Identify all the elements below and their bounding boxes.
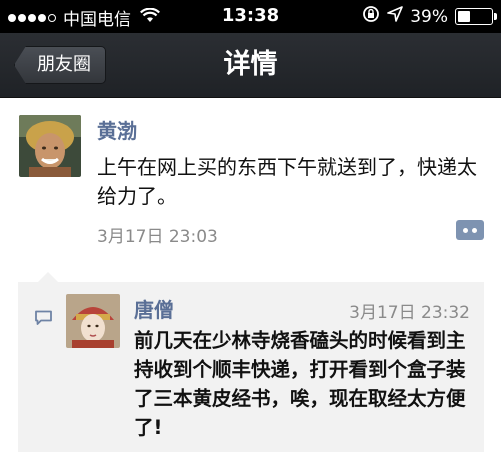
post-timestamp: 3月17日 23:03	[97, 227, 218, 247]
poster-avatar[interactable]	[19, 115, 81, 177]
post-text: 上午在网上买的东西下午就送到了，快递太给力了。	[97, 155, 477, 208]
comment-bubble-icon	[34, 310, 53, 326]
nav-bar: 朋友圈 详情	[0, 33, 501, 98]
moment-post: 黄渤 上午在网上买的东西下午就送到了，快递太给力了。 3月17日 23:03 唐…	[0, 98, 501, 456]
poster-name[interactable]: 黄渤	[97, 115, 137, 144]
status-right: 39%	[362, 5, 497, 28]
comment-menu-button[interactable]	[456, 220, 484, 240]
location-arrow-icon	[387, 6, 404, 27]
battery-percent: 39%	[410, 6, 448, 27]
battery-icon	[455, 8, 497, 25]
rotation-lock-icon	[362, 5, 380, 28]
commenter-name[interactable]: 唐僧	[134, 294, 174, 323]
comment-text: 前几天在少林寺烧香磕头的时候看到主持收到个顺丰快递，打开看到个盒子装了三本黄皮经…	[134, 329, 466, 439]
battery-level-fill	[458, 11, 471, 22]
status-bar: 中国电信 13:38 39%	[0, 0, 501, 33]
comment-area: 唐僧 3月17日 23:32 前几天在少林寺烧香磕头的时候看到主持收到个顺丰快递…	[18, 272, 484, 452]
comment-timestamp: 3月17日 23:32	[349, 303, 470, 323]
page-title: 详情	[223, 49, 278, 80]
commenter-avatar[interactable]	[66, 294, 120, 348]
